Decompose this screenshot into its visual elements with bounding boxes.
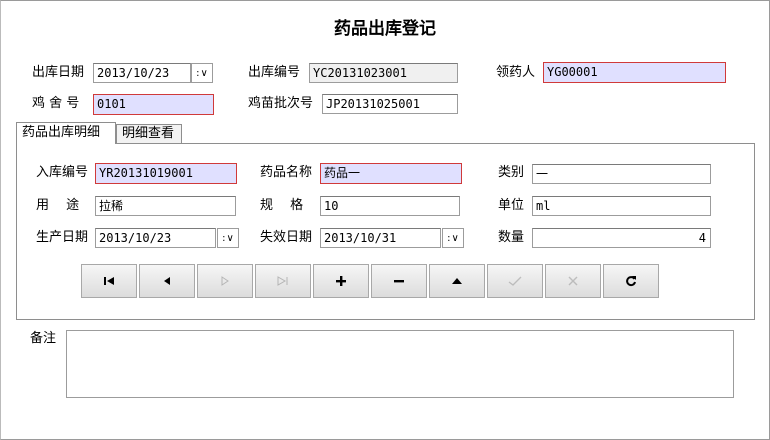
drug-name-label: 药品名称: [260, 165, 313, 180]
first-record-icon: [104, 277, 114, 285]
expiry-field[interactable]: 2013/10/31: [320, 228, 441, 248]
receiver-field[interactable]: YG00001: [543, 62, 726, 83]
prod-date-dropdown[interactable]: : ∨: [217, 228, 239, 248]
chevron-down-icon: ∨: [226, 232, 234, 244]
category-label: 类别: [498, 165, 525, 180]
date-picker-icon: :: [196, 67, 200, 79]
next-record-button[interactable]: [197, 264, 253, 298]
receiver-label: 领药人: [496, 65, 536, 80]
page-title: 药品出库登记: [334, 19, 436, 39]
in-no-field[interactable]: YR20131019001: [95, 163, 237, 184]
drug-name-field[interactable]: 药品一: [320, 163, 462, 184]
out-no-field[interactable]: YC20131023001: [309, 63, 458, 83]
insert-button[interactable]: [313, 264, 369, 298]
spec-label: 规 格: [260, 198, 304, 213]
coop-label: 鸡 舍 号: [32, 96, 80, 111]
tab-outbound-detail[interactable]: 药品出库明细: [16, 122, 116, 144]
delete-icon: [394, 280, 404, 283]
category-field[interactable]: 一: [532, 164, 711, 184]
out-no-label: 出库编号: [248, 65, 301, 80]
prior-record-button[interactable]: [139, 264, 195, 298]
coop-field[interactable]: 0101: [93, 94, 214, 115]
cancel-button[interactable]: [545, 264, 601, 298]
batch-label: 鸡苗批次号: [248, 96, 314, 111]
spec-field[interactable]: 10: [320, 196, 460, 216]
date-picker-icon: :: [447, 232, 451, 244]
last-record-button[interactable]: [255, 264, 311, 298]
usage-field[interactable]: 拉稀: [95, 196, 236, 216]
unit-label: 单位: [498, 198, 525, 213]
insert-icon: [336, 276, 346, 286]
memo-label: 备注: [30, 331, 57, 346]
first-record-button[interactable]: [81, 264, 137, 298]
refresh-icon: [626, 276, 636, 287]
edit-button[interactable]: [429, 264, 485, 298]
batch-field[interactable]: JP20131025001: [322, 94, 458, 114]
prod-date-field[interactable]: 2013/10/23: [95, 228, 216, 248]
chevron-down-icon: ∨: [200, 67, 208, 79]
in-no-label: 入库编号: [36, 165, 89, 180]
out-date-label: 出库日期: [32, 65, 85, 80]
delete-button[interactable]: [371, 264, 427, 298]
next-record-icon: [221, 276, 229, 286]
out-date-field[interactable]: 2013/10/23: [93, 63, 191, 83]
chevron-down-icon: ∨: [451, 232, 459, 244]
expiry-dropdown[interactable]: : ∨: [442, 228, 464, 248]
last-record-icon: [277, 276, 288, 286]
cancel-icon: [568, 276, 578, 286]
expiry-label: 失效日期: [260, 230, 313, 245]
qty-field[interactable]: 4: [532, 228, 711, 248]
tab-detail-view[interactable]: 明细查看: [116, 124, 182, 144]
usage-label: 用 途: [36, 198, 80, 213]
prior-record-icon: [164, 277, 170, 285]
out-date-dropdown[interactable]: : ∨: [191, 63, 213, 83]
edit-icon: [452, 278, 462, 284]
prod-date-label: 生产日期: [36, 230, 89, 245]
unit-field[interactable]: ml: [532, 196, 711, 216]
refresh-button[interactable]: [603, 264, 659, 298]
date-picker-icon: :: [222, 232, 226, 244]
post-button[interactable]: [487, 264, 543, 298]
post-icon: [508, 276, 522, 286]
memo-field[interactable]: [66, 330, 734, 398]
qty-label: 数量: [498, 230, 525, 245]
